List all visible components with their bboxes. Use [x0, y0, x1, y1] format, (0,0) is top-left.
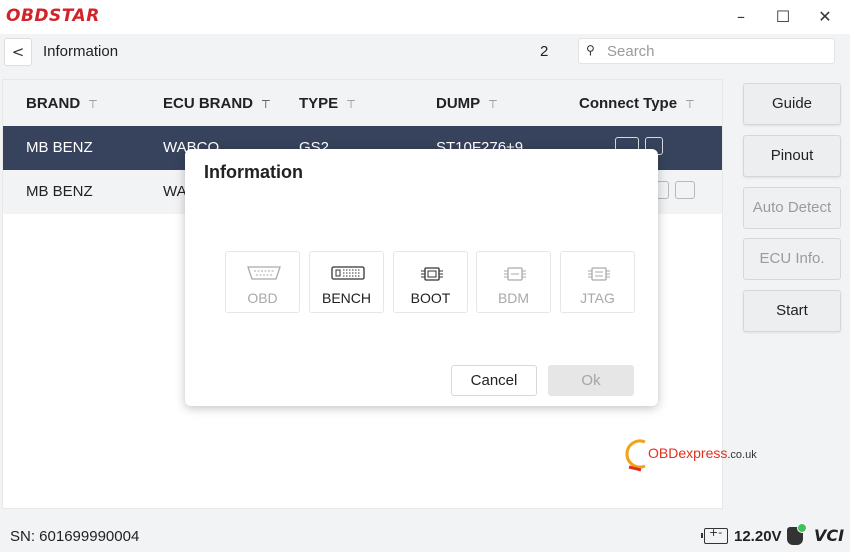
- minimize-button[interactable]: –: [724, 3, 758, 31]
- connect-type-bench[interactable]: BENCH: [309, 251, 384, 313]
- column-header-type[interactable]: TYPE ⊤: [299, 95, 356, 112]
- dialog-title: Information: [204, 162, 303, 182]
- guide-button[interactable]: Guide: [743, 83, 841, 125]
- bdm-chip-icon: [504, 267, 526, 281]
- page-title: Information: [43, 43, 119, 60]
- bench-connector-icon: [331, 266, 365, 280]
- voltage-readout: 12.20V: [734, 528, 782, 545]
- connect-type-label: BENCH: [321, 290, 371, 306]
- cell-ecu-brand: WA: [163, 183, 187, 200]
- search-icon: ⚲: [586, 43, 595, 57]
- watermark-text: OBDexpress.co.uk: [648, 445, 757, 461]
- connect-type-bdm[interactable]: BDM: [476, 251, 551, 313]
- start-button[interactable]: Start: [743, 290, 841, 332]
- obdstar-logo: OBDSTAR: [6, 6, 100, 26]
- search-box[interactable]: ⚲: [578, 38, 835, 64]
- result-count: 2: [540, 43, 549, 60]
- title-bar: OBDSTAR – ☐ ✕: [0, 0, 850, 34]
- cell-brand: MB BENZ: [26, 139, 93, 156]
- filter-active-icon[interactable]: ⊤: [261, 98, 271, 111]
- information-dialog: Information OBD BENCH BOOT BDM JTAG Canc…: [185, 149, 658, 406]
- serial-number: SN: 601699990004: [10, 528, 140, 545]
- battery-icon: +-: [701, 526, 728, 544]
- close-button[interactable]: ✕: [808, 3, 842, 31]
- cancel-button[interactable]: Cancel: [451, 365, 537, 396]
- column-header-brand[interactable]: BRAND ⊤: [26, 95, 98, 112]
- connect-type-jtag[interactable]: JTAG: [560, 251, 635, 313]
- filter-icon[interactable]: ⊤: [346, 98, 356, 111]
- filter-icon[interactable]: ⊤: [685, 98, 695, 111]
- boot-chip-icon: [421, 267, 443, 281]
- status-bar: SN: 601699990004 +- 12.20V VCI: [0, 520, 850, 552]
- jtag-chip-icon: [588, 267, 610, 281]
- pinout-button[interactable]: Pinout: [743, 135, 841, 177]
- jtag-chip-icon: [675, 181, 695, 199]
- connect-type-icons: [655, 181, 695, 199]
- maximize-button[interactable]: ☐: [766, 3, 800, 31]
- vci-logo: VCI: [814, 526, 845, 545]
- connect-type-label: BDM: [497, 290, 530, 306]
- back-button[interactable]: <: [4, 38, 32, 66]
- connect-type-obd[interactable]: OBD: [225, 251, 300, 313]
- column-header-connect-type[interactable]: Connect Type ⊤: [579, 95, 695, 112]
- filter-icon[interactable]: ⊤: [88, 98, 98, 111]
- column-header-ecu-brand[interactable]: ECU BRAND ⊤: [163, 95, 271, 112]
- cell-brand: MB BENZ: [26, 183, 93, 200]
- search-input[interactable]: [607, 41, 827, 61]
- obd-connector-icon: [247, 266, 281, 280]
- connect-type-label: JTAG: [580, 290, 615, 306]
- connect-type-label: OBD: [247, 290, 278, 306]
- ok-button[interactable]: Ok: [548, 365, 634, 396]
- watermark-swoosh-icon: [625, 439, 646, 472]
- obdexpress-watermark: OBDexpress.co.uk: [621, 436, 771, 472]
- connect-type-boot[interactable]: BOOT: [393, 251, 468, 313]
- table-header: BRAND ⊤ ECU BRAND ⊤ TYPE ⊤ DUMP ⊤ Connect Ty…: [3, 80, 722, 126]
- vci-connected-icon: [787, 523, 807, 545]
- ecu-info-button[interactable]: ECU Info.: [743, 238, 841, 280]
- connect-type-label: BOOT: [410, 290, 451, 306]
- auto-detect-button[interactable]: Auto Detect: [743, 187, 841, 229]
- column-header-dump[interactable]: DUMP ⊤: [436, 95, 498, 112]
- filter-icon[interactable]: ⊤: [488, 98, 498, 111]
